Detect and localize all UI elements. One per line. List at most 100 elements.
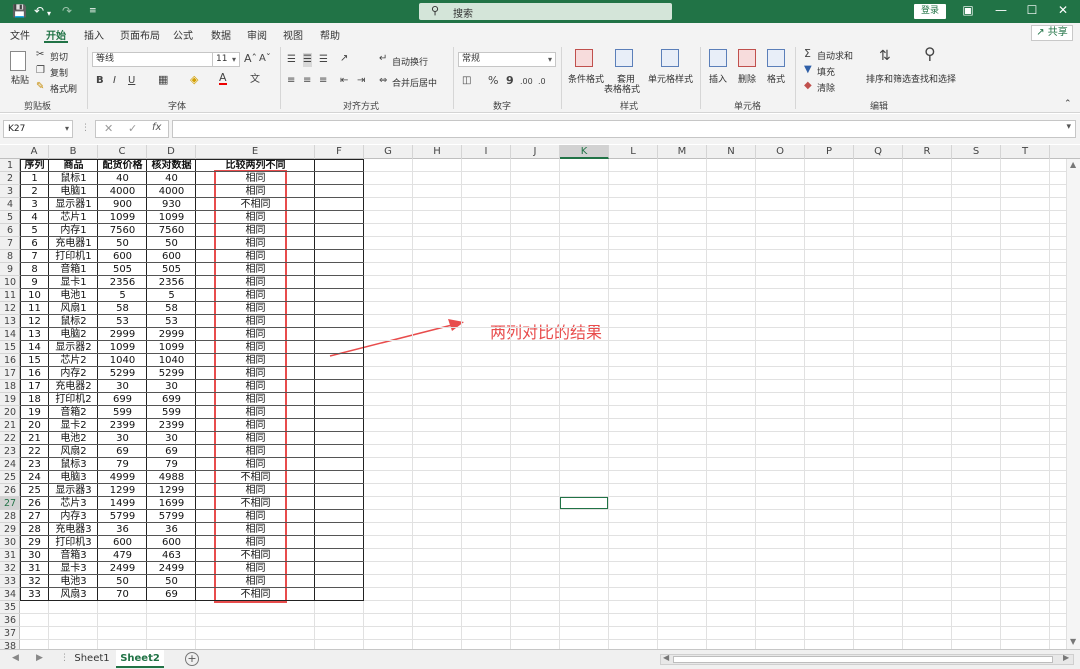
row-header[interactable]: 14 (0, 328, 20, 341)
row-header[interactable]: 1 (0, 159, 20, 172)
increase-decimal-icon[interactable]: .00 (520, 75, 533, 89)
conditional-format-button[interactable]: 条件格式 (568, 72, 604, 85)
row-header[interactable]: 25 (0, 471, 20, 484)
scroll-thumb[interactable] (673, 656, 1053, 663)
column-header-k[interactable]: K (560, 145, 609, 159)
align-middle-icon[interactable]: ☰ (303, 53, 312, 67)
align-right-icon[interactable]: ≡ (319, 74, 327, 88)
cut-button[interactable]: 剪切 (50, 50, 68, 63)
merge-center-button[interactable]: 合并后居中 (392, 76, 437, 89)
clear-icon[interactable]: ◆ (804, 79, 812, 93)
row-header[interactable]: 26 (0, 484, 20, 497)
column-header-t[interactable]: T (1001, 145, 1050, 159)
column-header-e[interactable]: E (196, 145, 315, 159)
row-header[interactable]: 7 (0, 237, 20, 250)
format-painter-icon[interactable]: ✎ (36, 80, 44, 94)
increase-indent-icon[interactable]: ⇥ (357, 74, 365, 88)
column-header-r[interactable]: R (903, 145, 952, 159)
row-header[interactable]: 38 (0, 640, 20, 649)
copy-icon[interactable]: ❐ (36, 64, 45, 78)
insert-cells-button[interactable]: 插入 (709, 72, 727, 85)
row-header[interactable]: 34 (0, 588, 20, 601)
row-header[interactable]: 27 (0, 497, 20, 510)
row-header[interactable]: 31 (0, 549, 20, 562)
sort-filter-icon[interactable]: ⇅ (879, 49, 891, 63)
row-header[interactable]: 15 (0, 341, 20, 354)
comma-style-icon[interactable]: 9 (506, 74, 514, 88)
merge-center-icon[interactable]: ⇔ (379, 74, 387, 88)
row-header[interactable]: 4 (0, 198, 20, 211)
horizontal-scrollbar[interactable]: ◀ ▶ (660, 653, 1074, 665)
column-header-m[interactable]: M (658, 145, 707, 159)
sheet-tab-sheet1[interactable]: Sheet1 (70, 650, 114, 668)
number-format-select[interactable]: 常规 ▾ (458, 52, 556, 67)
row-header[interactable]: 32 (0, 562, 20, 575)
underline-icon[interactable]: U (128, 74, 135, 88)
row-header[interactable]: 10 (0, 276, 20, 289)
delete-cells-icon[interactable] (738, 49, 756, 67)
column-header-f[interactable]: F (315, 145, 364, 159)
enter-icon[interactable]: ✓ (128, 122, 137, 135)
prev-sheet-icon[interactable]: ◀ (12, 653, 19, 663)
tab-view[interactable]: 视图 (283, 27, 303, 42)
tab-insert[interactable]: 插入 (84, 27, 104, 42)
column-header-b[interactable]: B (49, 145, 98, 159)
column-header-i[interactable]: I (462, 145, 511, 159)
column-header-n[interactable]: N (707, 145, 756, 159)
row-header[interactable]: 18 (0, 380, 20, 393)
align-bottom-icon[interactable]: ☰ (319, 53, 328, 67)
column-header-d[interactable]: D (147, 145, 196, 159)
row-header[interactable]: 35 (0, 601, 20, 614)
cut-icon[interactable]: ✂ (36, 48, 44, 62)
column-header-g[interactable]: G (364, 145, 413, 159)
format-cells-button[interactable]: 格式 (767, 72, 785, 85)
find-icon[interactable]: ⚲ (924, 46, 936, 62)
percent-icon[interactable]: % (488, 74, 498, 88)
row-header[interactable]: 23 (0, 445, 20, 458)
ribbon-display-icon[interactable]: ▣ (958, 3, 978, 17)
format-painter-button[interactable]: 格式刷 (50, 82, 77, 95)
format-as-table-line2[interactable]: 表格格式 (604, 82, 640, 95)
row-header[interactable]: 8 (0, 250, 20, 263)
tab-home[interactable]: 开始 (46, 27, 66, 42)
next-sheet-icon[interactable]: ▶ (36, 653, 43, 663)
orientation-icon[interactable]: ↗ (340, 52, 348, 66)
search-box[interactable]: ⚲ 搜索 (419, 3, 672, 20)
column-header-h[interactable]: H (413, 145, 462, 159)
row-header[interactable]: 5 (0, 211, 20, 224)
column-header-j[interactable]: J (511, 145, 560, 159)
sort-filter-button[interactable]: 排序和筛选 (866, 72, 911, 85)
row-header[interactable]: 11 (0, 289, 20, 302)
row-header[interactable]: 16 (0, 354, 20, 367)
increase-font-icon[interactable]: Aˆ (244, 52, 257, 66)
decrease-font-icon[interactable]: Aˇ (259, 52, 271, 66)
fill-icon[interactable]: ▼ (804, 63, 812, 77)
tab-page-layout[interactable]: 页面布局 (120, 27, 160, 42)
active-cell[interactable] (559, 496, 609, 510)
row-header[interactable]: 13 (0, 315, 20, 328)
row-header[interactable]: 19 (0, 393, 20, 406)
row-header[interactable]: 33 (0, 575, 20, 588)
cancel-icon[interactable]: ✕ (104, 122, 113, 135)
scroll-left-icon[interactable]: ◀ (663, 653, 669, 662)
column-header-q[interactable]: Q (854, 145, 903, 159)
paste-button[interactable]: 粘贴 (11, 73, 29, 86)
fill-button[interactable]: 填充 (817, 65, 835, 78)
row-header[interactable]: 24 (0, 458, 20, 471)
add-sheet-icon[interactable]: + (185, 652, 199, 666)
format-as-table-icon[interactable] (615, 49, 633, 67)
collapse-ribbon-icon[interactable]: ⌃ (1064, 97, 1072, 111)
clear-button[interactable]: 清除 (817, 81, 835, 94)
bold-icon[interactable]: B (96, 74, 104, 88)
accounting-format-icon[interactable]: ◫ (462, 74, 471, 88)
delete-cells-button[interactable]: 删除 (738, 72, 756, 85)
column-header-l[interactable]: L (609, 145, 658, 159)
tab-data[interactable]: 数据 (211, 27, 231, 42)
row-header[interactable]: 22 (0, 432, 20, 445)
name-box[interactable]: K27 ▾ (3, 120, 73, 138)
font-color-icon[interactable]: A (219, 72, 227, 85)
tab-help[interactable]: 帮助 (320, 27, 340, 42)
close-button[interactable]: ✕ (1053, 3, 1073, 17)
vertical-scrollbar[interactable]: ▲ ▼ (1066, 159, 1080, 649)
row-header[interactable]: 12 (0, 302, 20, 315)
